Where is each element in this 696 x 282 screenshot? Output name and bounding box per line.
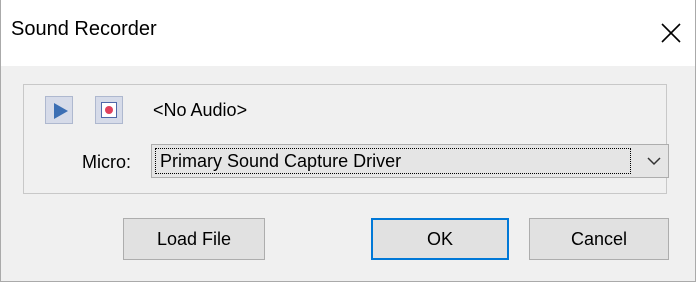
load-file-button[interactable]: Load File xyxy=(123,218,265,260)
micro-select[interactable]: Primary Sound Capture Driver xyxy=(151,144,669,178)
play-icon xyxy=(54,103,68,119)
chevron-down-icon xyxy=(647,157,661,166)
close-button[interactable] xyxy=(645,0,695,66)
close-icon xyxy=(661,23,681,43)
sound-recorder-dialog: Sound Recorder <No Audio> Micro: Primary… xyxy=(0,0,696,282)
micro-label: Micro: xyxy=(82,152,131,172)
play-button[interactable] xyxy=(45,96,73,124)
cancel-button[interactable]: Cancel xyxy=(529,218,669,260)
audio-status: <No Audio> xyxy=(153,100,248,120)
micro-select-value: Primary Sound Capture Driver xyxy=(155,148,631,174)
window-title: Sound Recorder xyxy=(11,18,157,40)
record-icon xyxy=(101,102,117,118)
record-button[interactable] xyxy=(95,96,123,124)
title-bar: Sound Recorder xyxy=(1,0,695,66)
ok-button[interactable]: OK xyxy=(371,218,509,260)
